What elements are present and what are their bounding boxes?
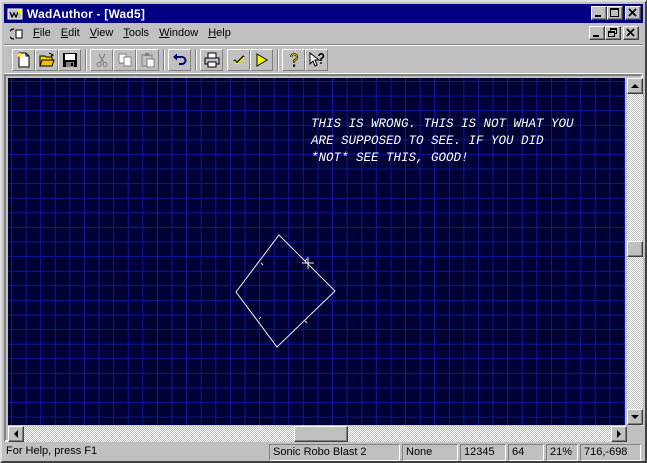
- minimize-icon: [593, 35, 599, 37]
- menu-file-label: ile: [39, 27, 51, 39]
- menu-help[interactable]: Help: [203, 25, 236, 42]
- canvas-message: THIS IS WRONG. THIS IS NOT WHAT YOU ARE S…: [311, 116, 611, 167]
- open-button[interactable]: [35, 49, 58, 71]
- scroll-corner: [627, 426, 643, 442]
- menu-edit[interactable]: Edit: [56, 25, 85, 42]
- toolbar-separator: [195, 49, 197, 71]
- menu-view[interactable]: View: [85, 25, 119, 42]
- message-line-2: ARE SUPPOSED TO SEE. IF YOU DID: [311, 134, 544, 148]
- menu-view-accel: V: [89, 27, 97, 39]
- toolbar-separator: [163, 49, 165, 71]
- linedef-tick: [258, 258, 308, 324]
- application-window: WadAuthor - [Wad5] File Edit View Tools …: [0, 0, 647, 463]
- document-close-button[interactable]: [623, 26, 639, 40]
- menu-window[interactable]: Window: [154, 25, 203, 42]
- undo-icon: [172, 53, 186, 65]
- status-game: Sonic Robo Blast 2: [269, 444, 400, 461]
- title-bar[interactable]: WadAuthor - [Wad5]: [4, 4, 643, 23]
- status-help-text: For Help, press F1: [6, 445, 98, 457]
- toolbar: [4, 44, 643, 74]
- copy-icon: [118, 53, 131, 67]
- menu-help-label: elp: [216, 27, 231, 39]
- menu-edit-label: dit: [68, 27, 80, 39]
- menu-view-label: iew: [96, 27, 114, 39]
- scroll-down-button[interactable]: [627, 409, 643, 425]
- new-file-icon: [17, 52, 29, 68]
- menu-file[interactable]: File: [28, 25, 56, 42]
- maximize-icon: [610, 8, 619, 17]
- menu-window-accel: W: [159, 27, 170, 39]
- help-icon: [289, 53, 298, 67]
- arrow-up-icon: [631, 84, 639, 88]
- print-button[interactable]: [200, 49, 223, 71]
- check-icon: [232, 55, 245, 65]
- check-button[interactable]: [227, 49, 250, 71]
- map-canvas[interactable]: THIS IS WRONG. THIS IS NOT WHAT YOU ARE S…: [8, 78, 625, 425]
- scroll-left-button[interactable]: [8, 426, 24, 442]
- window-title: WadAuthor - [Wad5]: [27, 6, 146, 21]
- status-mode: None: [402, 444, 458, 461]
- menu-edit-accel: E: [60, 27, 69, 39]
- message-line-1: THIS IS WRONG. THIS IS NOT WHAT YOU: [311, 117, 574, 131]
- menu-help-accel: H: [208, 27, 217, 39]
- status-value: 12345: [460, 444, 506, 461]
- horizontal-scrollbar[interactable]: [8, 426, 627, 442]
- close-icon: [628, 8, 637, 17]
- document-restore-button[interactable]: [605, 26, 621, 40]
- menu-window-label: indow: [169, 27, 199, 39]
- toolbar-separator: [85, 49, 87, 71]
- save-button[interactable]: [58, 49, 81, 71]
- status-bar: For Help, press F1 Sonic Robo Blast 2 No…: [4, 443, 643, 461]
- undo-button[interactable]: [168, 49, 191, 71]
- toolbar-separator: [277, 49, 279, 71]
- wadauthor-app-icon[interactable]: [7, 7, 23, 21]
- scroll-up-button[interactable]: [627, 78, 643, 94]
- paste-button[interactable]: [136, 49, 159, 71]
- vertical-scroll-thumb[interactable]: [627, 241, 643, 257]
- minimize-button[interactable]: [591, 6, 607, 20]
- map-view: THIS IS WRONG. THIS IS NOT WHAT YOU ARE S…: [4, 74, 643, 442]
- status-grid-size: 64: [508, 444, 544, 461]
- paste-icon: [141, 53, 154, 68]
- arrow-down-icon: [631, 415, 639, 419]
- maximize-button[interactable]: [607, 6, 623, 20]
- run-button[interactable]: [250, 49, 273, 71]
- minimize-icon: [595, 15, 601, 17]
- status-zoom: 21%: [546, 444, 578, 461]
- sector-linedef: [235, 234, 336, 348]
- menu-file-accel: F: [33, 27, 40, 39]
- context-help-icon: [309, 52, 324, 67]
- cursor-crosshair: [302, 257, 314, 269]
- save-icon: [62, 53, 77, 67]
- open-folder-icon: [38, 52, 55, 67]
- menu-bar: File Edit View Tools Window Help: [4, 24, 643, 43]
- document-icon[interactable]: [10, 27, 24, 41]
- run-icon: [256, 53, 268, 67]
- restore-icon: [608, 28, 617, 37]
- vertical-scrollbar[interactable]: [627, 78, 643, 425]
- new-button[interactable]: [12, 49, 35, 71]
- arrow-left-icon: [14, 430, 18, 438]
- print-icon: [204, 52, 219, 68]
- message-line-3: *NOT* SEE THIS, GOOD!: [311, 151, 469, 165]
- context-help-button[interactable]: [305, 49, 328, 71]
- status-coordinates: 716,-698: [580, 444, 641, 461]
- close-icon: [626, 28, 635, 37]
- horizontal-scroll-thumb[interactable]: [294, 426, 348, 442]
- copy-button[interactable]: [113, 49, 136, 71]
- cut-button[interactable]: [90, 49, 113, 71]
- scroll-right-button[interactable]: [611, 426, 627, 442]
- cut-icon: [96, 53, 107, 67]
- close-button[interactable]: [625, 6, 641, 20]
- help-button[interactable]: [282, 49, 305, 71]
- menu-tools-label: ools: [128, 27, 150, 39]
- arrow-right-icon: [617, 430, 621, 438]
- document-minimize-button[interactable]: [589, 26, 605, 40]
- menu-tools[interactable]: Tools: [118, 25, 154, 42]
